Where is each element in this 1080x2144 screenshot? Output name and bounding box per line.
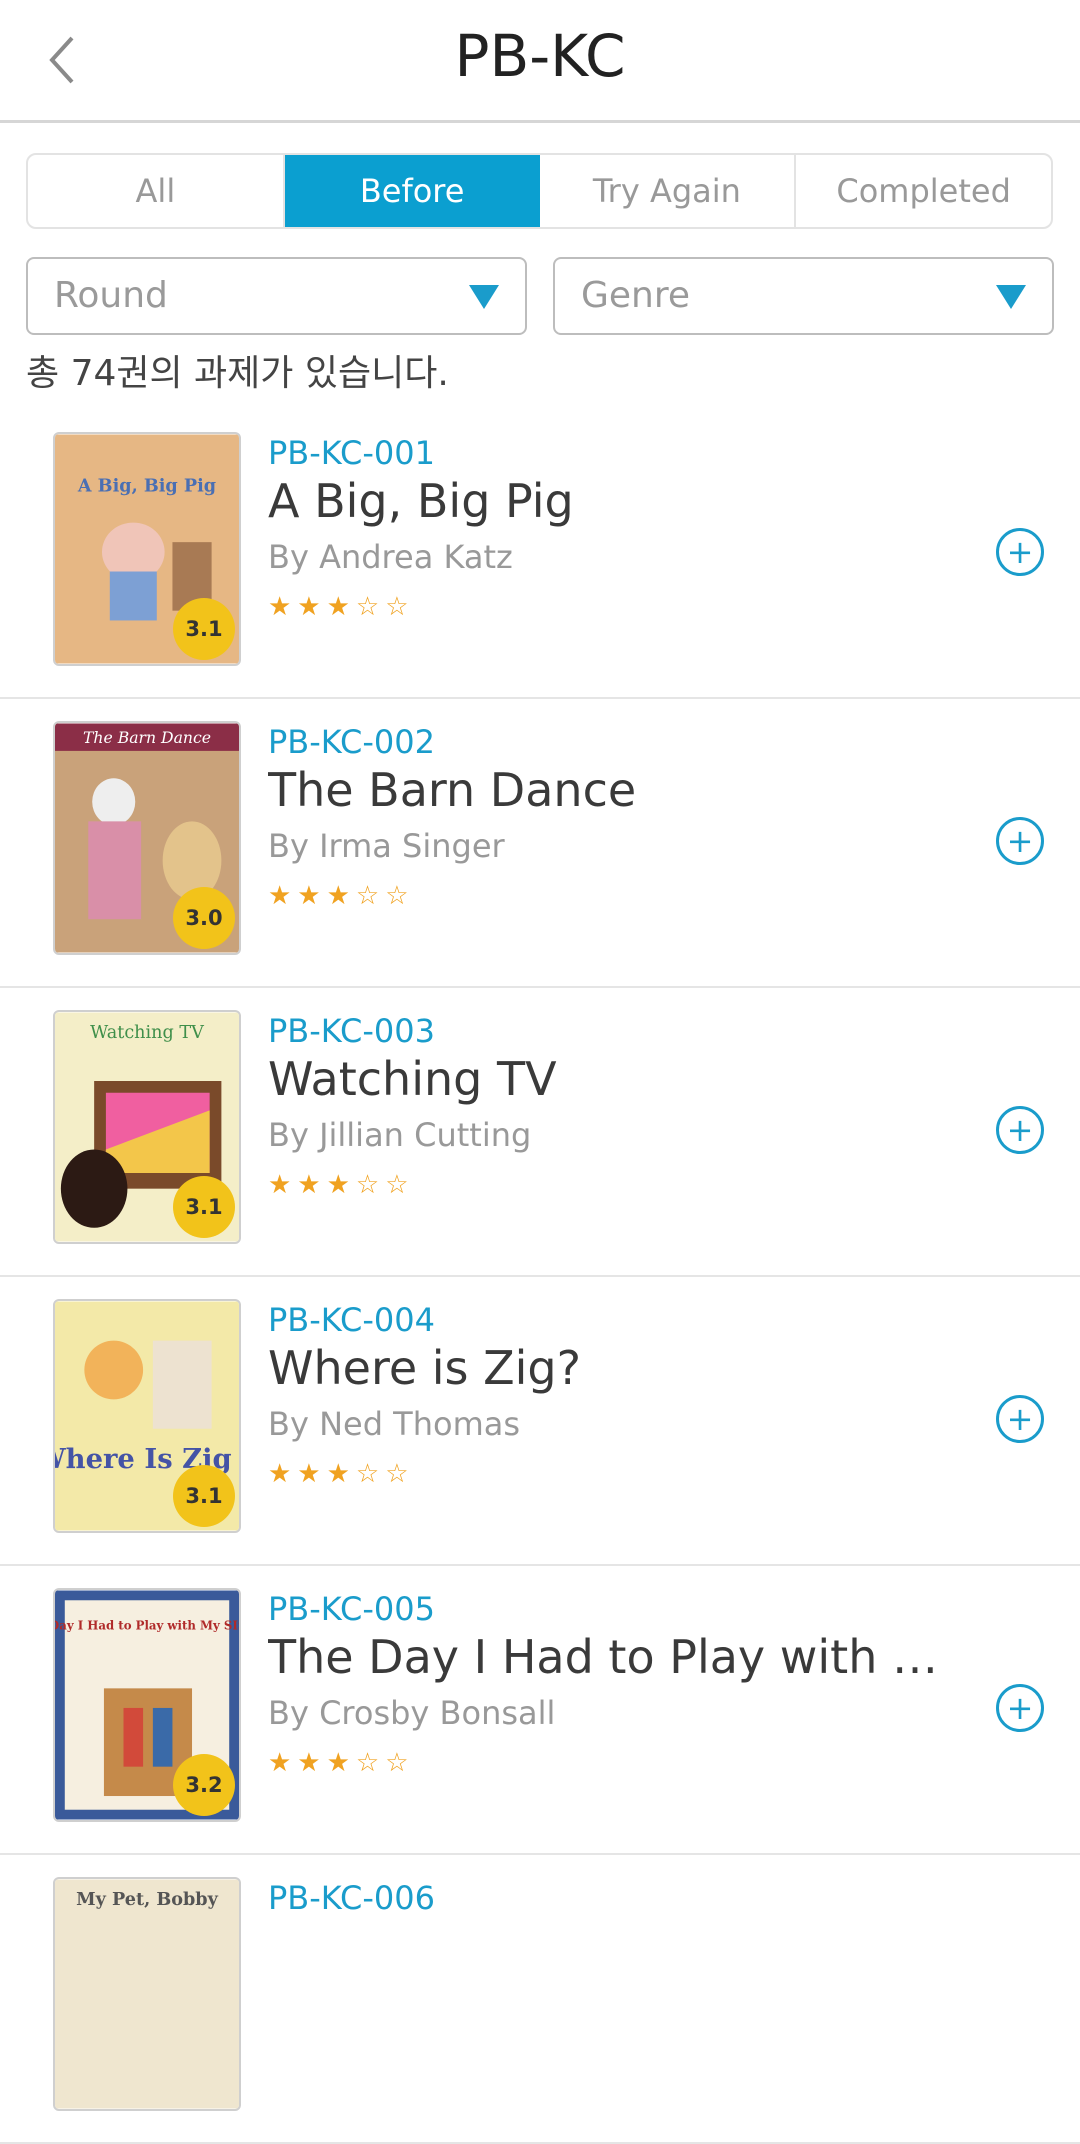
book-cover: A Big, Big Pig 3.1 [53,432,241,666]
star-rating: ★★★☆☆ [268,1170,415,1200]
book-title: The Barn Dance [268,763,637,817]
book-cover: My Pet, Bobby [53,1877,241,2111]
level-badge: 3.2 [173,1754,235,1816]
book-code: PB-KC-006 [268,1879,435,1917]
add-button[interactable]: + [996,1395,1044,1443]
genre-dropdown-value: Genre [581,275,691,316]
plus-icon: + [1006,1689,1034,1727]
book-title: Watching TV [268,1052,557,1106]
book-list-item[interactable]: A Big, Big Pig 3.1 PB-KC-001 A Big, Big … [0,410,1080,699]
cover-illustration: My Pet, Bobby [55,1879,239,2109]
star-rating: ★★★☆☆ [268,1748,415,1778]
book-list: A Big, Big Pig 3.1 PB-KC-001 A Big, Big … [0,410,1080,2144]
plus-icon: + [1006,822,1034,860]
level-badge: 3.1 [173,598,235,660]
book-cover: The Day I Had to Play with My SISTER 3.2 [53,1588,241,1822]
book-author: By Ned Thomas [268,1405,521,1443]
book-cover: The Barn Dance 3.0 [53,721,241,955]
book-code: PB-KC-004 [268,1301,435,1339]
tab-before[interactable]: Before [284,155,540,227]
add-button[interactable]: + [996,1106,1044,1154]
book-code: PB-KC-005 [268,1590,435,1628]
triangle-down-icon [996,285,1026,309]
book-title: The Day I Had to Play with M… [268,1630,948,1684]
cover-title: A Big, Big Pig [77,475,216,496]
star-rating: ★★★☆☆ [268,1459,415,1489]
page-title: PB-KC [454,22,626,90]
add-button[interactable]: + [996,817,1044,865]
round-dropdown[interactable]: Round [26,257,527,335]
book-author: By Irma Singer [268,827,505,865]
plus-icon: + [1006,1400,1034,1438]
genre-dropdown[interactable]: Genre [553,257,1054,335]
tab-completed[interactable]: Completed [796,155,1051,227]
cover-title: The Day I Had to Play with My SISTER [55,1619,239,1633]
level-badge: 3.1 [173,1176,235,1238]
add-button[interactable]: + [996,1684,1044,1732]
book-author: By Jillian Cutting [268,1116,532,1154]
book-code: PB-KC-002 [268,723,435,761]
assignment-count: 총 74권의 과제가 있습니다. [26,353,449,394]
tab-all[interactable]: All [28,155,285,227]
book-author: By Andrea Katz [268,538,513,576]
add-button[interactable]: + [996,528,1044,576]
round-dropdown-value: Round [54,275,168,316]
cover-title: My Pet, Bobby [76,1889,218,1910]
plus-icon: + [1006,533,1034,571]
top-bar: PB-KC [0,0,1080,123]
star-rating: ★★★☆☆ [268,881,415,911]
book-list-item[interactable]: The Barn Dance 3.0 PB-KC-002 The Barn Da… [0,699,1080,988]
book-code: PB-KC-003 [268,1012,435,1050]
level-badge: 3.0 [173,887,235,949]
filter-tabs: All Before Try Again Completed [26,153,1053,229]
book-code: PB-KC-001 [268,434,435,472]
book-list-item[interactable]: My Pet, Bobby PB-KC-006 [0,1855,1080,2144]
triangle-down-icon [469,285,499,309]
cover-title: The Barn Dance [83,728,211,747]
book-title: A Big, Big Pig [268,474,574,528]
book-title: Where is Zig? [268,1341,582,1395]
book-list-item[interactable]: The Day I Had to Play with My SISTER 3.2… [0,1566,1080,1855]
book-list-item[interactable]: Watching TV 3.1 PB-KC-003 Watching TV By… [0,988,1080,1277]
star-rating: ★★★☆☆ [268,592,415,622]
book-cover: Where Is Zig 3.1 [53,1299,241,1533]
cover-title: Watching TV [90,1023,204,1043]
book-list-item[interactable]: Where Is Zig 3.1 PB-KC-004 Where is Zig?… [0,1277,1080,1566]
level-badge: 3.1 [173,1465,235,1527]
tab-try-again[interactable]: Try Again [540,155,797,227]
book-cover: Watching TV 3.1 [53,1010,241,1244]
plus-icon: + [1006,1111,1034,1149]
book-author: By Crosby Bonsall [268,1694,556,1732]
